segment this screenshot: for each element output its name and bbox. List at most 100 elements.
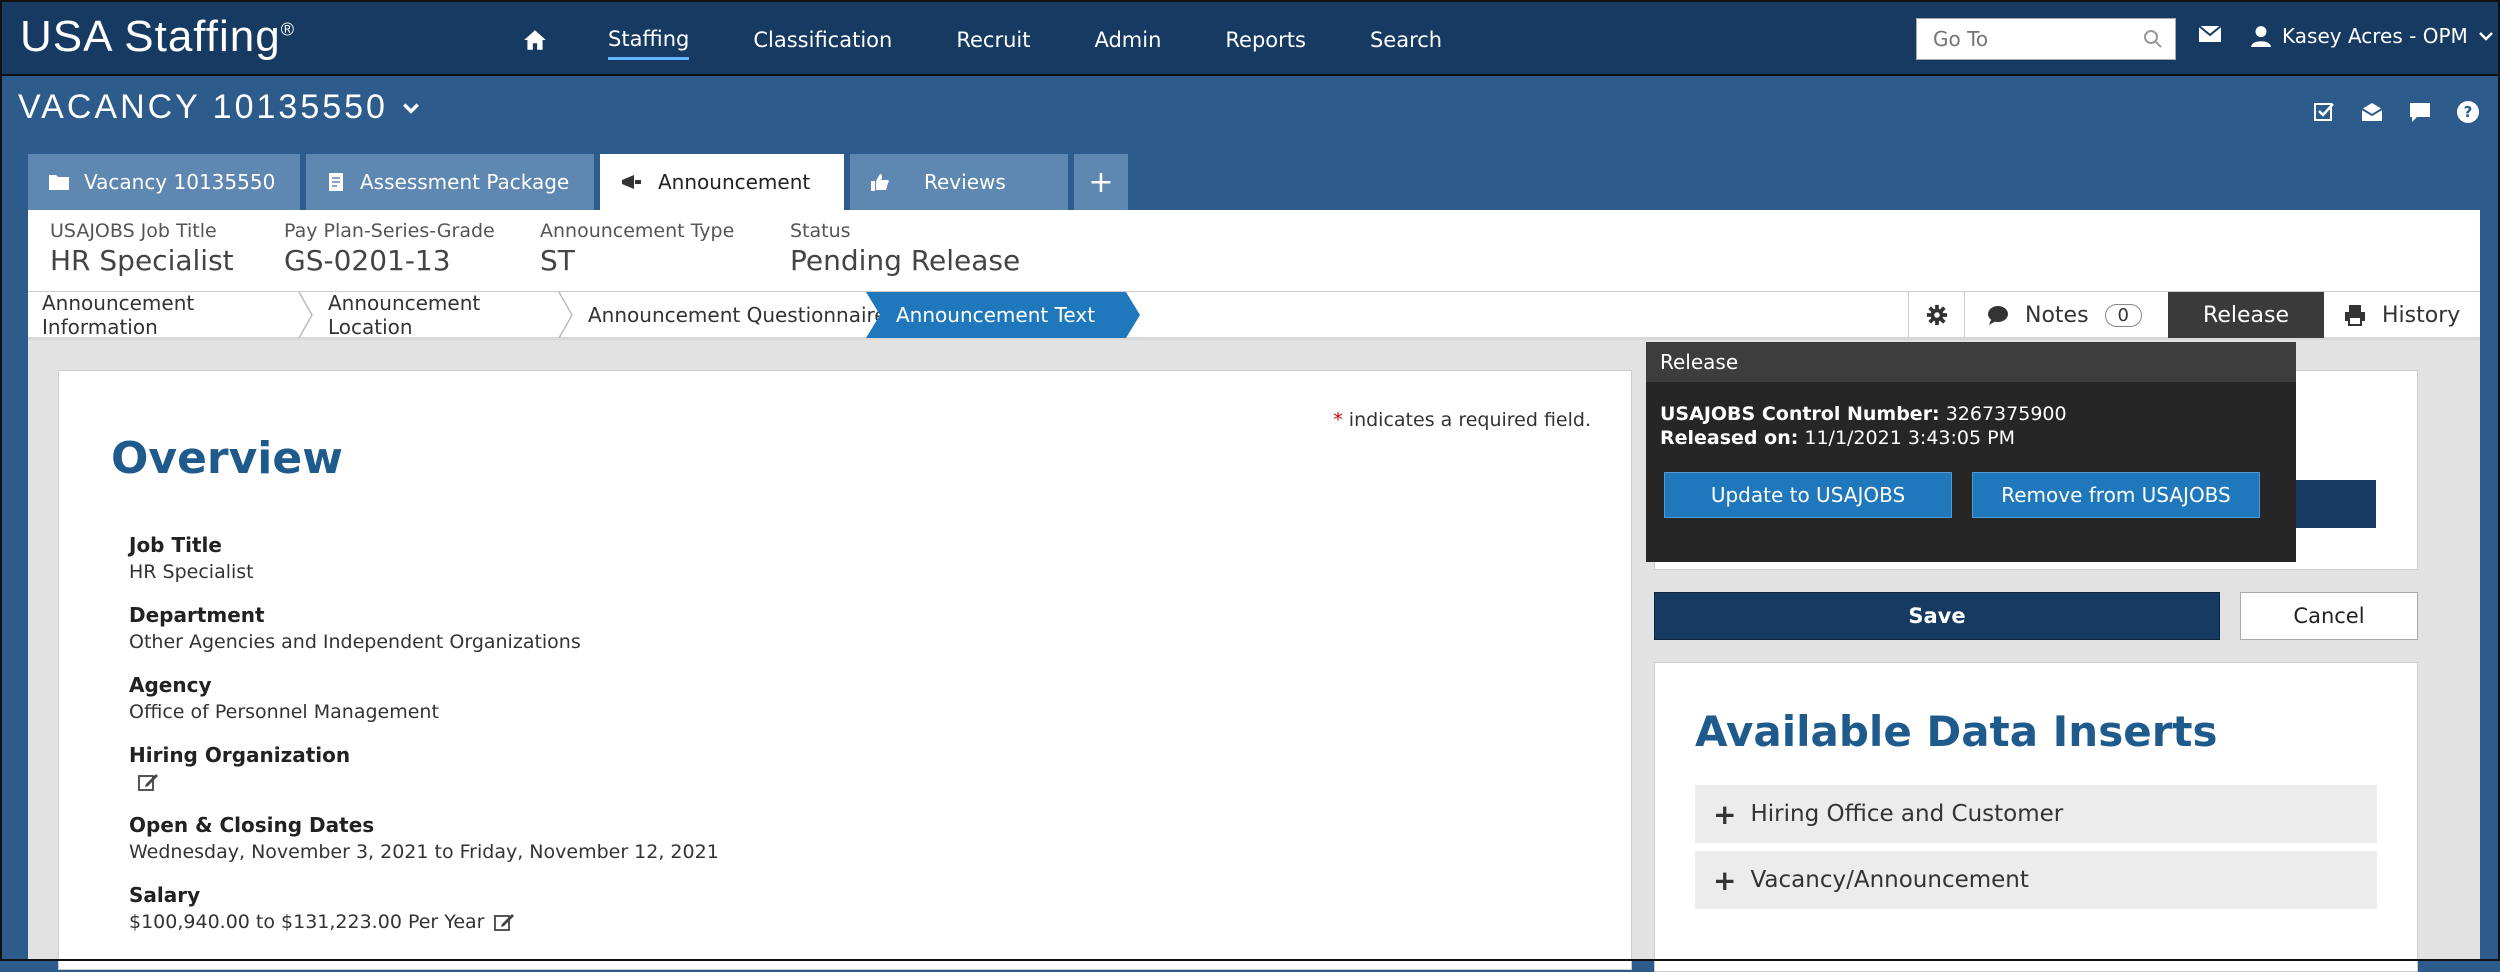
control-number-label: USAJOBS Control Number: xyxy=(1660,403,1940,425)
comment-icon[interactable] xyxy=(2408,100,2434,126)
user-icon xyxy=(2251,26,2271,47)
announcement-text-card: * indicates a required field. Overview J… xyxy=(58,370,1632,970)
notes-count-badge: 0 xyxy=(2104,303,2142,327)
edit-icon[interactable] xyxy=(137,771,159,793)
tab-vacancy[interactable]: Vacancy 10135550 xyxy=(28,154,300,210)
nav-item-search[interactable]: Search xyxy=(1370,22,1442,58)
job-title-field: USAJOBS Job Title HR Specialist xyxy=(50,220,234,277)
open-mail-icon[interactable] xyxy=(2360,100,2386,126)
save-button[interactable]: Save xyxy=(1654,592,2220,640)
status-label: Status xyxy=(790,220,851,242)
pay-plan-field: Pay Plan-Series-Grade GS-0201-13 xyxy=(284,220,495,277)
tab-label: Assessment Package xyxy=(360,170,570,194)
cancel-button[interactable]: Cancel xyxy=(2240,592,2418,640)
vacancy-summary: USAJOBS Job Title HR Specialist Pay Plan… xyxy=(28,210,2480,292)
nav-item-staffing[interactable]: Staffing xyxy=(608,21,690,60)
required-field-note: * indicates a required field. xyxy=(1333,409,1591,431)
search-icon[interactable] xyxy=(2143,29,2163,53)
accordion-label: Hiring Office and Customer xyxy=(1750,801,2064,827)
pay-plan-label: Pay Plan-Series-Grade xyxy=(284,220,495,242)
announcement-type-label: Announcement Type xyxy=(540,220,735,242)
control-number-value: 3267375900 xyxy=(1939,403,2067,425)
app-logo[interactable]: USA Staffing® xyxy=(20,12,295,62)
svg-text:?: ? xyxy=(2464,103,2473,121)
plus-icon: + xyxy=(1713,863,1737,897)
tab-label: Announcement xyxy=(658,170,811,194)
remove-usajobs-button[interactable]: Remove from USAJOBS xyxy=(1972,472,2260,518)
field-value: Other Agencies and Independent Organizat… xyxy=(129,631,581,653)
released-on-value: 11/1/2021 3:43:05 PM xyxy=(1798,427,2015,449)
vacancy-title[interactable]: VACANCY 10135550 xyxy=(18,88,420,127)
step-announcement-location[interactable]: Announcement Location xyxy=(314,291,566,339)
step-announcement-text[interactable]: Announcement Text xyxy=(866,292,1140,338)
checklist-icon[interactable] xyxy=(2312,100,2338,126)
field-job-title: Job Title HR Specialist xyxy=(129,533,719,583)
tab-announcement[interactable]: Announcement xyxy=(600,154,844,210)
field-label: Job Title xyxy=(129,533,222,557)
folder-icon xyxy=(49,175,69,190)
step-divider xyxy=(298,292,313,338)
add-tab-button[interactable]: + xyxy=(1074,154,1128,210)
released-on-line: Released on: 11/1/2021 3:43:05 PM xyxy=(1646,426,2296,450)
nav-item-recruit[interactable]: Recruit xyxy=(956,22,1030,58)
chevron-down-icon xyxy=(403,102,419,114)
goto-input[interactable] xyxy=(1917,26,2127,52)
update-usajobs-button[interactable]: Update to USAJOBS xyxy=(1664,472,1952,518)
field-value: $100,940.00 to $131,223.00 Per Year xyxy=(129,911,719,933)
field-agency: Agency Office of Personnel Management xyxy=(129,673,719,723)
nav-item-reports[interactable]: Reports xyxy=(1225,22,1306,58)
announcement-steps: Announcement Information Announcement Lo… xyxy=(28,291,2480,340)
step-announcement-information[interactable]: Announcement Information xyxy=(28,291,298,339)
accordion-hiring-office[interactable]: + Hiring Office and Customer xyxy=(1695,785,2377,843)
job-title-value: HR Specialist xyxy=(50,244,234,277)
data-inserts-card: Available Data Inserts + Hiring Office a… xyxy=(1654,662,2418,972)
user-name: Kasey Acres - OPM xyxy=(2282,24,2468,48)
nav-item-admin[interactable]: Admin xyxy=(1094,22,1161,58)
mail-icon[interactable] xyxy=(2198,24,2222,48)
field-value: HR Specialist xyxy=(129,561,254,583)
accordion-vacancy-announcement[interactable]: + Vacancy/Announcement xyxy=(1695,851,2377,909)
nav-item-classification[interactable]: Classification xyxy=(753,22,892,58)
tab-reviews[interactable]: Reviews xyxy=(850,154,1068,210)
goto-search xyxy=(1916,18,2176,60)
field-value-text: $100,940.00 to $131,223.00 Per Year xyxy=(129,911,485,933)
step-divider xyxy=(558,292,573,338)
release-popover: Release USAJOBS Control Number: 32673759… xyxy=(1646,342,2296,562)
tab-assessment-package[interactable]: Assessment Package xyxy=(306,154,594,210)
field-salary: Salary $100,940.00 to $131,223.00 Per Ye… xyxy=(129,883,719,933)
field-value: Office of Personnel Management xyxy=(129,701,439,723)
field-label: Department xyxy=(129,603,265,627)
field-open-closing-dates: Open & Closing Dates Wednesday, November… xyxy=(129,813,719,863)
help-icon[interactable]: ? xyxy=(2456,100,2482,126)
field-label: Salary xyxy=(129,883,201,907)
history-label: History xyxy=(2382,302,2461,328)
comment-icon xyxy=(1988,306,2008,325)
chevron-down-icon xyxy=(2478,32,2493,41)
vacancy-title-text: VACANCY 10135550 xyxy=(18,88,388,126)
pay-plan-value: GS-0201-13 xyxy=(284,244,451,277)
overview-fields: Job Title HR Specialist Department Other… xyxy=(129,533,719,953)
job-title-label: USAJOBS Job Title xyxy=(50,220,217,242)
field-value: Wednesday, November 3, 2021 to Friday, N… xyxy=(129,841,719,863)
app-logo-text: USA Staffing xyxy=(20,12,281,61)
history-button[interactable]: History xyxy=(2324,292,2500,338)
status-field: Status Pending Release xyxy=(790,220,1020,277)
released-on-label: Released on: xyxy=(1660,427,1799,449)
edit-icon[interactable] xyxy=(493,911,515,933)
release-button[interactable]: Release xyxy=(2168,292,2324,338)
user-menu[interactable]: Kasey Acres - OPM xyxy=(2250,24,2494,48)
status-value: Pending Release xyxy=(790,244,1021,277)
tab-label: Vacancy 10135550 xyxy=(84,170,276,194)
field-label: Hiring Organization xyxy=(129,743,351,767)
main-nav: Staffing Classification Recruit Admin Re… xyxy=(522,2,1506,78)
notes-button[interactable]: Notes 0 xyxy=(1964,292,2168,338)
settings-button[interactable] xyxy=(1908,292,1964,338)
home-icon[interactable] xyxy=(522,27,548,53)
step-announcement-questionnaire[interactable]: Announcement Questionnaire xyxy=(574,292,890,338)
notes-label: Notes xyxy=(2025,302,2089,328)
data-inserts-heading: Available Data Inserts xyxy=(1695,707,2218,756)
plus-icon: + xyxy=(1088,164,1114,200)
vacancy-tabs: Vacancy 10135550 Assessment Package Anno… xyxy=(28,154,1128,210)
overview-heading: Overview xyxy=(111,433,343,484)
announcement-type-field: Announcement Type ST xyxy=(540,220,734,277)
